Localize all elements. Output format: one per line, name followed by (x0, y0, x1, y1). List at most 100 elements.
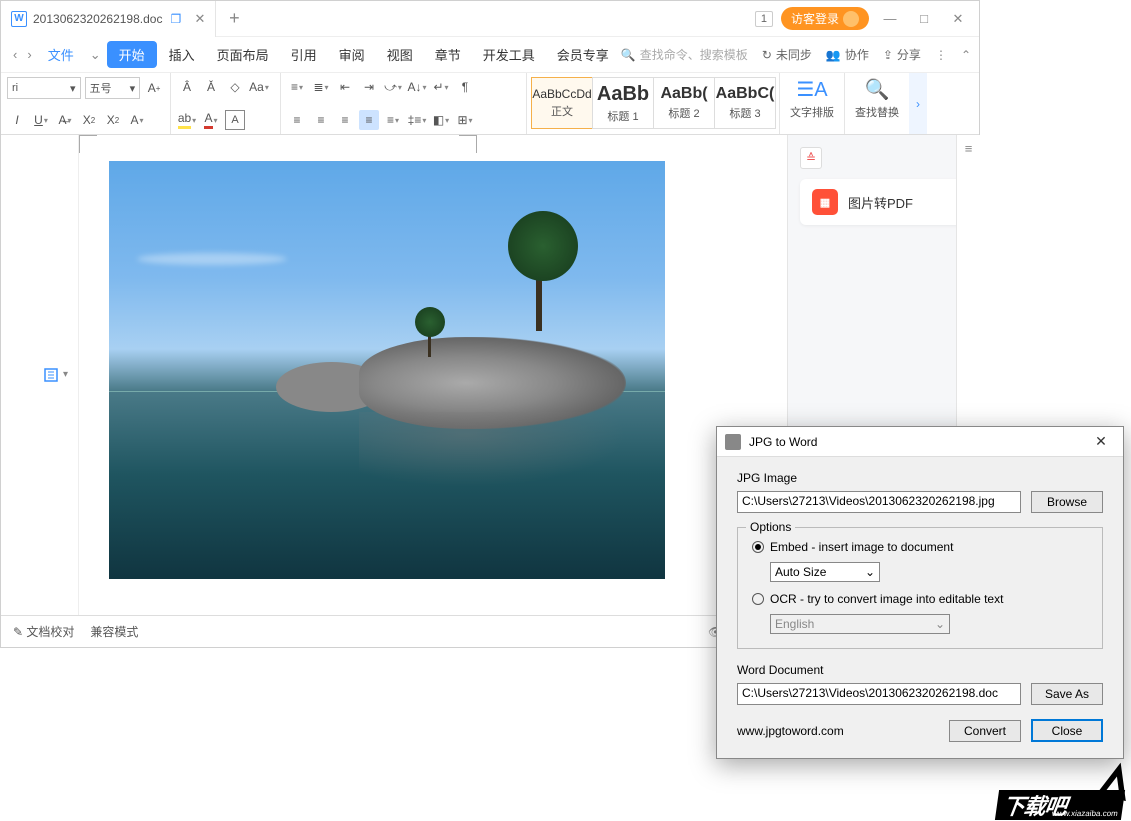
menu-chapter[interactable]: 章节 (425, 41, 471, 68)
line-break-icon[interactable]: ↵ (431, 77, 451, 97)
decrease-indent-icon[interactable]: ⇤ (335, 77, 355, 97)
pane-header-icon[interactable]: ≙ (800, 147, 822, 169)
subscript-icon[interactable]: X2 (103, 110, 123, 130)
increase-indent-icon[interactable]: ⇥ (359, 77, 379, 97)
tab-window-icon[interactable]: ❐ (170, 12, 184, 26)
guest-login-label: 访客登录 (791, 10, 839, 27)
bullets-icon[interactable]: ≡ (287, 77, 307, 97)
style-heading2[interactable]: AaBb(标题 2 (653, 77, 715, 129)
convert-button[interactable]: Convert (949, 720, 1021, 742)
show-marks-icon[interactable]: ¶ (455, 77, 475, 97)
style-heading1[interactable]: AaBb标题 1 (592, 77, 654, 129)
menu-member[interactable]: 会员专享 (547, 41, 619, 68)
jpg-image-label: JPG Image (737, 471, 1103, 485)
proofread-button[interactable]: ✎ 文档校对 (13, 623, 74, 640)
ocr-radio-row[interactable]: OCR - try to convert image into editable… (752, 592, 1088, 606)
tab-close-icon[interactable]: ✕ (194, 11, 205, 27)
word-path-input[interactable]: C:\Users\27213\Videos\2013062320262198.d… (737, 683, 1021, 705)
close-window-button[interactable]: ✕ (945, 6, 971, 32)
collab-button[interactable]: 👥协作 (826, 46, 869, 63)
sort-icon[interactable]: A↓ (407, 77, 427, 97)
menu-page-layout[interactable]: 页面布局 (207, 41, 279, 68)
compat-mode-label: 兼容模式 (90, 623, 138, 640)
pdf-card-label: 图片转PDF (848, 193, 913, 212)
highlight-icon[interactable]: ab (177, 110, 197, 130)
align-left-icon[interactable]: ≡ (287, 110, 307, 130)
vendor-url[interactable]: www.jpgtoword.com (737, 724, 844, 738)
style-heading3[interactable]: AaBbC(标题 3 (714, 77, 776, 129)
superscript-icon[interactable]: X2 (79, 110, 99, 130)
shading-icon[interactable]: ◧ (431, 110, 451, 130)
find-replace-button[interactable]: 🔍查找替换 (851, 77, 903, 120)
document-tab[interactable]: W 2013062320262198.doc ❐ ✕ (1, 1, 216, 37)
size-select[interactable]: Auto Size⌄ (770, 562, 880, 582)
grow-font-icon[interactable]: A+ (144, 78, 164, 98)
underline-icon[interactable]: U (31, 110, 51, 130)
menu-forward-icon[interactable]: › (23, 47, 35, 62)
share-icon: ⇪ (883, 48, 893, 62)
embedded-image[interactable] (109, 161, 665, 579)
font-color-icon[interactable]: A (201, 110, 221, 130)
font-group-2: Â Ǎ ◇ Aa ab A A (171, 73, 281, 134)
document-page[interactable] (79, 135, 787, 615)
grow-font-icon[interactable]: Â (177, 77, 197, 97)
menu-start[interactable]: 开始 (107, 41, 157, 68)
font-size-select[interactable]: 五号▾ (85, 77, 141, 99)
dialog-titlebar[interactable]: JPG to Word ✕ (717, 427, 1123, 457)
chevron-down-icon[interactable]: ▾ (63, 369, 68, 380)
numbering-icon[interactable]: ≣ (311, 77, 331, 97)
justify-icon[interactable]: ≡ (359, 110, 379, 130)
menu-devtools[interactable]: 开发工具 (473, 41, 545, 68)
embed-radio-row[interactable]: Embed - insert image to document (752, 540, 1088, 554)
save-as-button[interactable]: Save As (1031, 683, 1103, 705)
line-spacing-icon[interactable]: ‡≡ (407, 110, 427, 130)
share-button[interactable]: ⇪分享 (883, 46, 921, 63)
guest-login-button[interactable]: 访客登录 (781, 7, 869, 30)
ribbon: ri▾ 五号▾ A+ I U A̶ X2 X2 A Â Ǎ ◇ Aa ab (1, 73, 979, 135)
italic-icon[interactable]: I (7, 110, 27, 130)
close-button[interactable]: Close (1031, 719, 1103, 742)
align-center-icon[interactable]: ≡ (311, 110, 331, 130)
text-effect-icon[interactable]: A (127, 110, 147, 130)
borders-icon[interactable]: ⊞ (455, 110, 475, 130)
browse-button[interactable]: Browse (1031, 491, 1103, 513)
tab-count-badge[interactable]: 1 (755, 11, 773, 27)
style-normal[interactable]: AaBbCcDd正文 (531, 77, 593, 129)
maximize-button[interactable]: □ (911, 6, 937, 32)
dialog-close-icon[interactable]: ✕ (1087, 433, 1115, 450)
ribbon-expand-button[interactable]: › (909, 73, 927, 134)
menu-references[interactable]: 引用 (281, 41, 327, 68)
more-icon[interactable]: ⋮ (935, 48, 947, 62)
menu-insert[interactable]: 插入 (159, 41, 205, 68)
side-icon-1[interactable]: ≡ (965, 141, 973, 156)
menu-view[interactable]: 视图 (377, 41, 423, 68)
char-border-icon[interactable]: A (225, 110, 245, 130)
new-tab-button[interactable]: + (216, 8, 252, 29)
align-right-icon[interactable]: ≡ (335, 110, 355, 130)
command-search[interactable]: 🔍 查找命令、搜索模板 (621, 46, 748, 63)
ocr-radio[interactable] (752, 593, 764, 605)
image-to-pdf-card[interactable]: ▦ 图片转PDF (800, 179, 967, 225)
outline-icon[interactable] (41, 365, 61, 385)
jpg-path-input[interactable]: C:\Users\27213\Videos\2013062320262198.j… (737, 491, 1021, 513)
file-chevron-icon[interactable]: ⌄ (86, 47, 105, 63)
shrink-font-icon[interactable]: Ǎ (201, 77, 221, 97)
change-case-icon[interactable]: Aa (249, 77, 269, 97)
menu-back-icon[interactable]: ‹ (9, 47, 21, 62)
embed-radio[interactable] (752, 541, 764, 553)
find-group: 🔍查找替换 (845, 73, 909, 134)
embed-label: Embed - insert image to document (770, 540, 953, 554)
menu-review[interactable]: 审阅 (329, 41, 375, 68)
distribute-icon[interactable]: ≡ (383, 110, 403, 130)
clear-format-icon[interactable]: ◇ (225, 77, 245, 97)
collapse-ribbon-icon[interactable]: ⌃ (961, 48, 971, 62)
font-name-select[interactable]: ri▾ (7, 77, 81, 99)
sync-button[interactable]: ↻未同步 (762, 46, 812, 63)
menu-file[interactable]: 文件 (38, 41, 84, 68)
strike-icon[interactable]: A̶ (55, 110, 75, 130)
minimize-button[interactable]: — (877, 6, 903, 32)
titlebar: W 2013062320262198.doc ❐ ✕ + 1 访客登录 — □ … (1, 1, 979, 37)
asian-layout-icon[interactable]: ⤻ (383, 77, 403, 97)
text-layout-button[interactable]: ☰A文字排版 (786, 77, 838, 120)
style-gallery[interactable]: AaBbCcDd正文 AaBb标题 1 AaBb(标题 2 AaBbC(标题 3 (531, 77, 775, 129)
